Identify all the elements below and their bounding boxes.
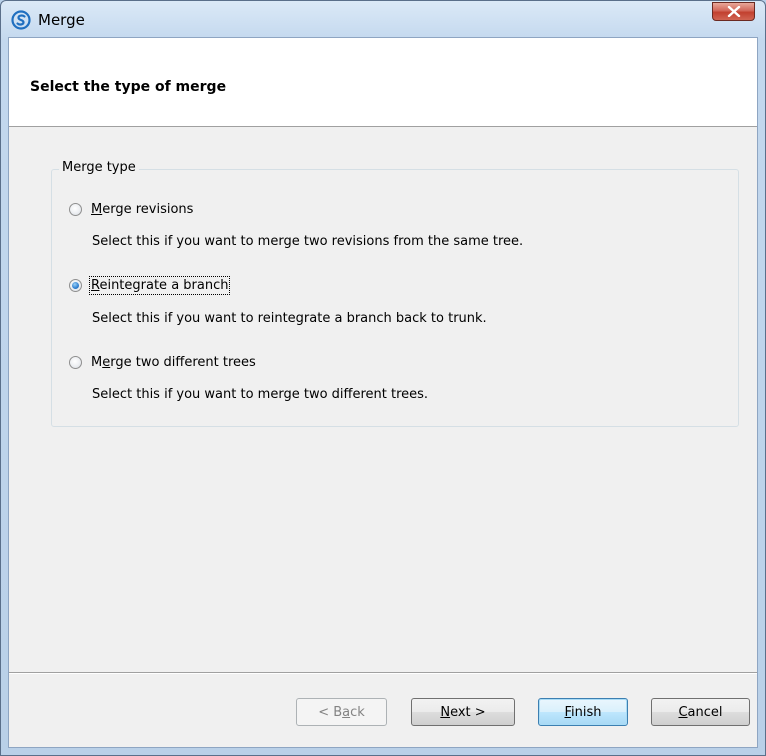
merge-two-trees-label: Merge two different trees — [91, 355, 256, 370]
merge-two-trees-description: Select this if you want to merge two dif… — [92, 387, 429, 402]
cancel-button[interactable]: Cancel — [651, 698, 750, 726]
next-mnemonic: N — [440, 704, 451, 720]
cancel-mnemonic: C — [678, 704, 688, 720]
finish-button[interactable]: Finish — [538, 698, 628, 726]
cancel-button-label: Cancel — [678, 704, 723, 720]
reintegrate-branch-radio[interactable] — [69, 279, 82, 292]
merge-two-trees-radio[interactable] — [69, 356, 82, 369]
dialog-client-area: Select the type of merge Merge type Merg… — [8, 37, 758, 748]
merge-revisions-label: Merge revisions — [91, 202, 194, 217]
merge-revisions-description: Select this if you want to merge two rev… — [92, 234, 524, 249]
close-icon — [727, 6, 741, 17]
next-button[interactable]: Next > — [411, 698, 515, 726]
reintegrate-branch-mnemonic: R — [91, 278, 100, 293]
merge-type-group-label: Merge type — [59, 160, 139, 175]
page-title: Select the type of merge — [30, 79, 227, 95]
next-button-label: Next > — [440, 704, 486, 720]
title-bar[interactable]: Merge — [1, 1, 765, 37]
merge-two-trees-radio-option[interactable]: Merge two different trees — [69, 355, 256, 370]
smartsvn-logo-icon — [11, 10, 31, 30]
finish-button-label: Finish — [564, 704, 602, 720]
close-button[interactable] — [712, 2, 755, 21]
reintegrate-branch-description: Select this if you want to reintegrate a… — [92, 311, 487, 326]
merge-revisions-radio-option[interactable]: Merge revisions — [69, 202, 193, 217]
button-bar-separator — [9, 672, 757, 674]
window-title: Merge — [38, 11, 85, 29]
back-button-label: < Back — [318, 704, 365, 720]
merge-two-trees-mnemonic: e — [102, 355, 111, 370]
wizard-header-panel: Select the type of merge — [9, 38, 757, 127]
back-button[interactable]: < Back — [296, 698, 387, 726]
reintegrate-branch-radio-option[interactable]: Reintegrate a branch — [69, 276, 231, 295]
back-mnemonic: a — [342, 704, 351, 720]
merge-revisions-mnemonic: M — [91, 202, 103, 217]
reintegrate-branch-label: Reintegrate a branch — [88, 276, 231, 295]
merge-revisions-radio[interactable] — [69, 203, 82, 216]
merge-dialog-window: Merge Select the type of merge Merge typ… — [0, 0, 766, 756]
finish-mnemonic: F — [564, 704, 572, 720]
